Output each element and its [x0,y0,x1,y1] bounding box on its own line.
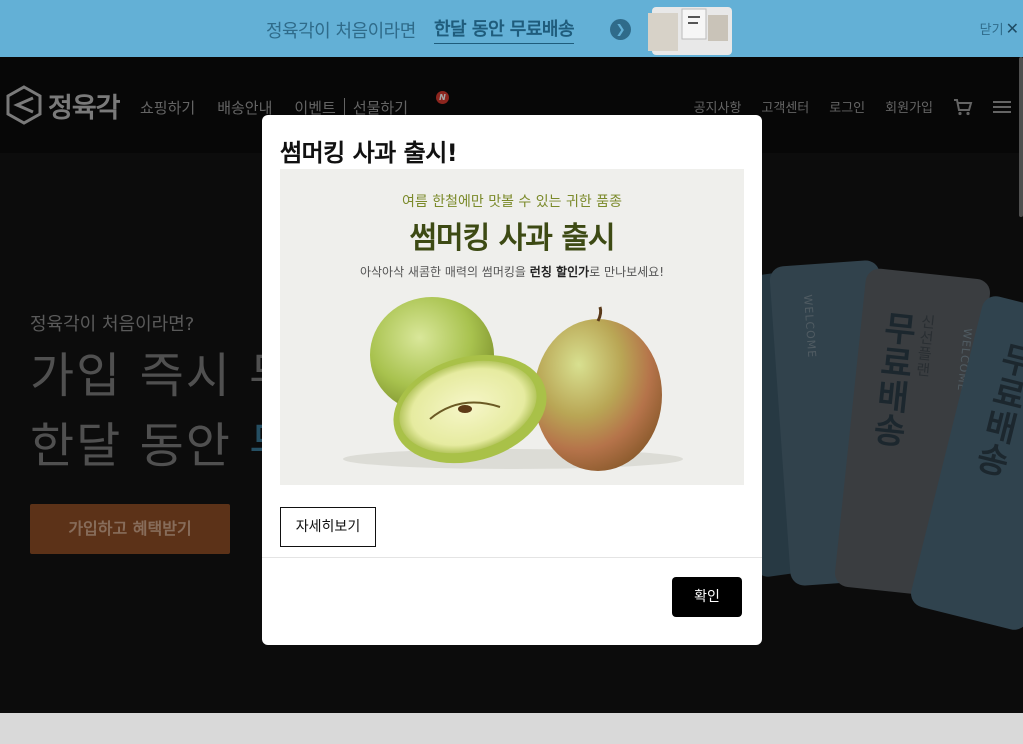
close-icon: ✕ [1005,19,1019,38]
modal-promo-image[interactable]: 여름 한철에만 맛볼 수 있는 귀한 품종 썸머킹 사과 출시 아삭아삭 새콤한… [280,169,744,485]
promo-close-label: 닫기 [979,23,1004,38]
modal-divider [262,557,762,558]
promo-close-button[interactable]: 닫기 ✕ [980,19,1019,38]
chevron-right-icon[interactable]: ❯ [610,19,631,40]
page-footer-strip [0,713,1023,744]
confirm-button[interactable]: 확인 [672,577,742,617]
view-details-button[interactable]: 자세히보기 [280,507,376,547]
promo-text: 정육각이 처음이라면 [266,21,416,42]
promo-banner[interactable]: 정육각이 처음이라면 한달 동안 무료배송 ❯ 닫기 ✕ [0,0,1023,57]
promo-highlight[interactable]: 한달 동안 무료배송 [434,15,575,44]
apple-illustration [343,297,683,471]
promo-product-image [648,7,732,55]
product-launch-modal: 썸머킹 사과 출시! 여름 한철에만 맛볼 수 있는 귀한 품종 썸머킹 사과 … [262,115,762,645]
modal-title: 썸머킹 사과 출시! [280,139,458,167]
